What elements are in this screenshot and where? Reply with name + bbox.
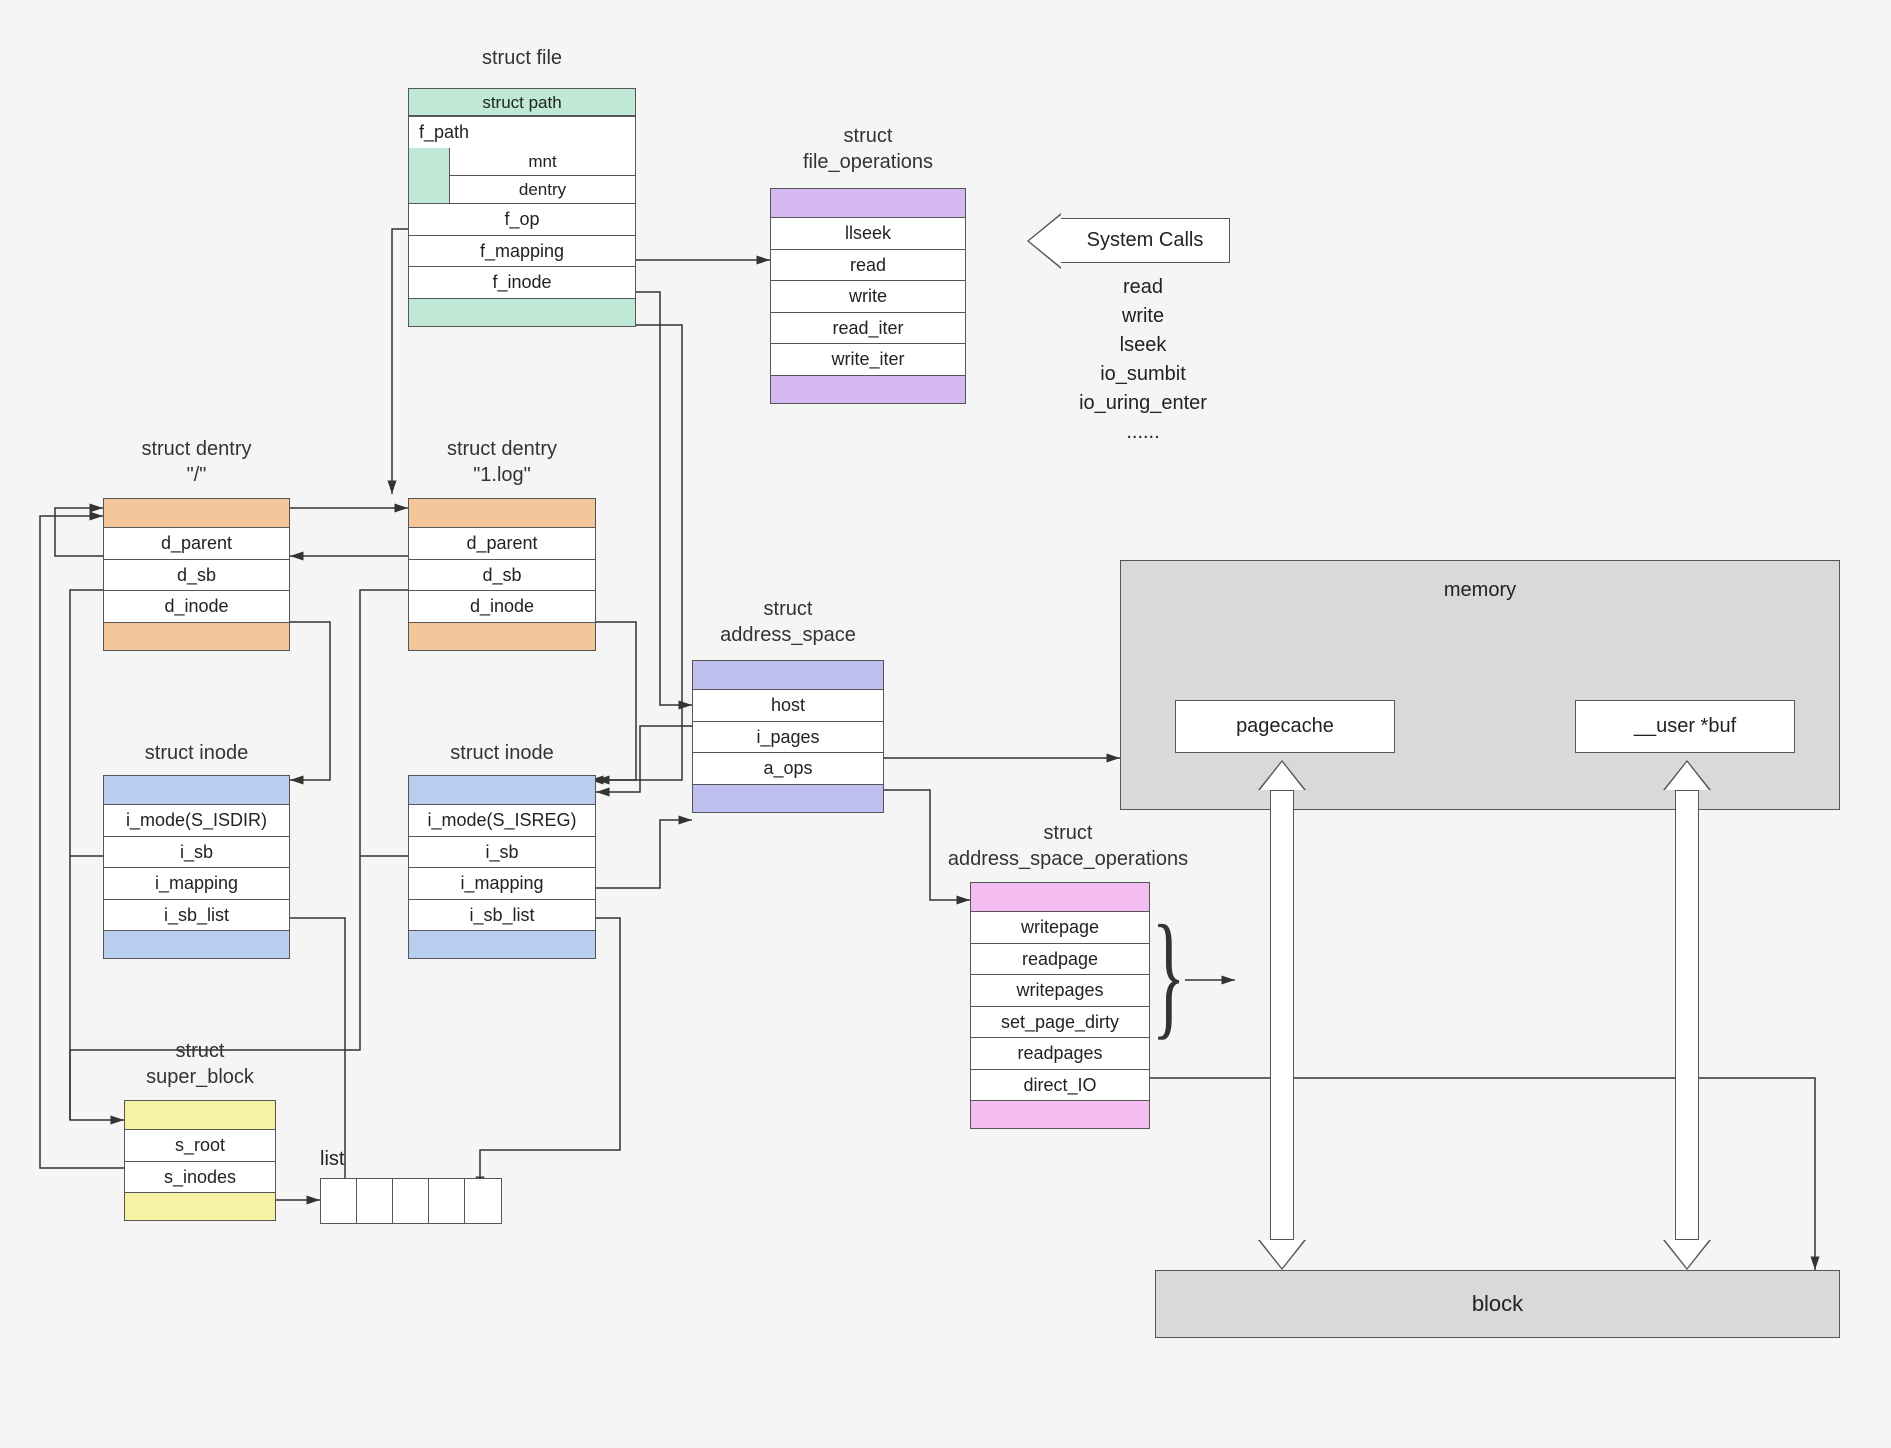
pagecache-cell: pagecache (1175, 700, 1395, 753)
address-space-operations: writepage readpage writepages set_page_d… (970, 882, 1150, 1129)
arrow-bar-2 (1675, 790, 1699, 1240)
dentry-root-dparent: d_parent (104, 527, 289, 559)
read-iter-row: read_iter (771, 312, 965, 344)
dentry-log-dinode: d_inode (409, 590, 595, 622)
inode-log-isb: i_sb (409, 836, 595, 868)
host-row: host (693, 689, 883, 721)
system-calls-list: read write lseek io_sumbit io_uring_ente… (1048, 273, 1238, 447)
inode-log-title: struct inode (408, 740, 596, 766)
arrow-down-icon (1258, 1240, 1306, 1270)
mnt-row: mnt (450, 148, 635, 175)
arrow-down-icon-2 (1663, 1240, 1711, 1270)
dentry-root-dinode: d_inode (104, 590, 289, 622)
readpage-row: readpage (971, 943, 1149, 975)
struct-file-title: struct file (408, 45, 636, 71)
inode-root-isblist: i_sb_list (104, 899, 289, 931)
arrow-up-icon-2 (1663, 760, 1711, 790)
inode-root: i_mode(S_ISDIR) i_sb i_mapping i_sb_list (103, 775, 290, 959)
brace-icon: } (1152, 905, 1186, 1045)
setpagedirty-row: set_page_dirty (971, 1006, 1149, 1038)
f-op-row: f_op (409, 203, 635, 235)
aops-title: structaddress_space_operations (938, 820, 1198, 872)
userbuf-cell: __user *buf (1575, 700, 1795, 753)
dentry-root-dsb: d_sb (104, 559, 289, 591)
super-block-title: structsuper_block (124, 1038, 276, 1090)
writepage-row: writepage (971, 911, 1149, 943)
sinodes-row: s_inodes (125, 1161, 275, 1193)
inode-log-mode: i_mode(S_ISREG) (409, 804, 595, 836)
list-label: list (320, 1148, 344, 1171)
file-operations: llseek read write read_iter write_iter (770, 188, 966, 404)
read-row: read (771, 249, 965, 281)
address-space: host i_pages a_ops (692, 660, 884, 813)
inode-root-isb: i_sb (104, 836, 289, 868)
diagram-canvas: struct file struct path f_path mnt dentr… (0, 0, 1891, 1448)
address-space-title: structaddress_space (692, 596, 884, 648)
struct-file: struct path f_path mnt dentry f_op f_map… (408, 88, 636, 327)
dentry-log-title: struct dentry"1.log" (408, 436, 596, 488)
aops-row: a_ops (693, 752, 883, 784)
inode-log-imapping: i_mapping (409, 867, 595, 899)
dentry-log: d_parent d_sb d_inode (408, 498, 596, 651)
readpages-row: readpages (971, 1037, 1149, 1069)
dentry-root: d_parent d_sb d_inode (103, 498, 290, 651)
system-calls-arrow: System Calls (1060, 218, 1230, 263)
inode-root-mode: i_mode(S_ISDIR) (104, 804, 289, 836)
dentry-root-title: struct dentry"/" (103, 436, 290, 488)
inode-root-imapping: i_mapping (104, 867, 289, 899)
struct-path-subhead: struct path (409, 89, 635, 116)
directio-row: direct_IO (971, 1069, 1149, 1101)
f-path-row: f_path (409, 116, 635, 148)
write-iter-row: write_iter (771, 343, 965, 375)
write-row: write (771, 280, 965, 312)
ipages-row: i_pages (693, 721, 883, 753)
dentry-row: dentry (450, 175, 635, 203)
arrow-bar (1270, 790, 1294, 1240)
arrow-up-icon (1258, 760, 1306, 790)
f-mapping-row: f_mapping (409, 235, 635, 267)
sroot-row: s_root (125, 1129, 275, 1161)
block-box: block (1155, 1270, 1840, 1338)
inode-log-isblist: i_sb_list (409, 899, 595, 931)
dentry-log-dparent: d_parent (409, 527, 595, 559)
llseek-row: llseek (771, 217, 965, 249)
memory-title: memory (1121, 561, 1839, 602)
list-box (320, 1178, 502, 1224)
f-inode-row: f_inode (409, 266, 635, 298)
writepages-row: writepages (971, 974, 1149, 1006)
super-block: s_root s_inodes (124, 1100, 276, 1221)
memory-box: memory (1120, 560, 1840, 810)
inode-log: i_mode(S_ISREG) i_sb i_mapping i_sb_list (408, 775, 596, 959)
file-ops-title: structfile_operations (770, 123, 966, 175)
inode-root-title: struct inode (103, 740, 290, 766)
dentry-log-dsb: d_sb (409, 559, 595, 591)
